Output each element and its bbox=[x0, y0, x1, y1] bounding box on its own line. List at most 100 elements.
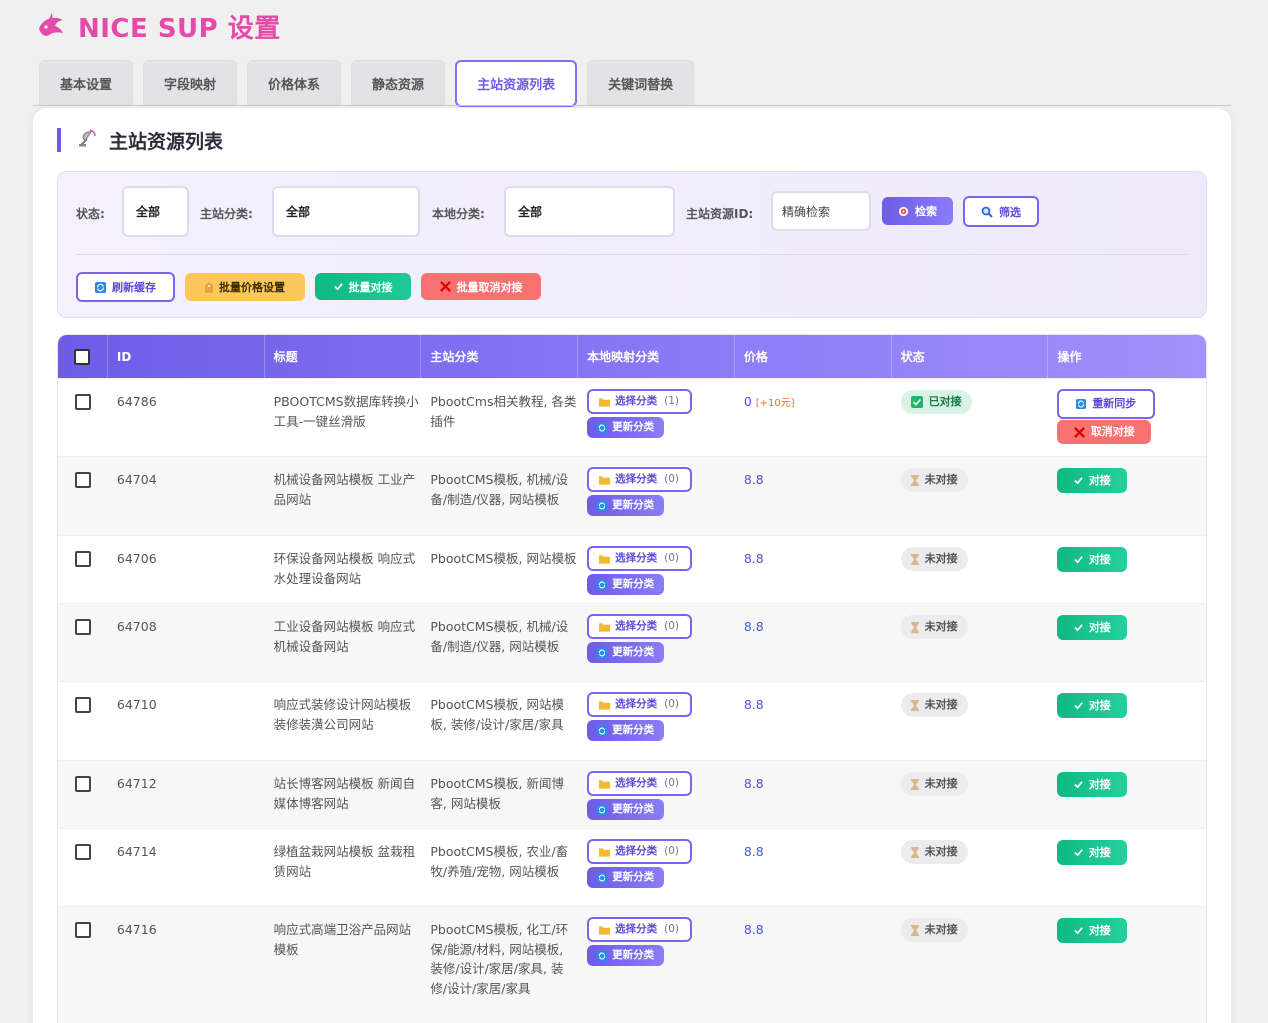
update-category-button[interactable]: 更新分类 bbox=[587, 799, 665, 820]
select-category-button[interactable]: 选择分类 (0) bbox=[587, 467, 693, 492]
folder-icon bbox=[599, 700, 611, 710]
resource-id-label: 主站资源ID: bbox=[686, 207, 754, 221]
select-category-label: 选择分类 bbox=[615, 619, 658, 632]
select-category-button[interactable]: 选择分类 (0) bbox=[587, 917, 693, 942]
price-tag-icon bbox=[205, 281, 213, 293]
cell-title: 响应式高端卫浴产品网站模板 bbox=[273, 922, 412, 957]
cell-price: 8.8 bbox=[735, 761, 892, 828]
table-row: 64708 工业设备网站模板 响应式机械设备网站 PbootCMS模板, 机械/设备… bbox=[58, 603, 1206, 681]
update-category-button[interactable]: 更新分类 bbox=[587, 417, 665, 438]
header-price[interactable]: 价格 bbox=[735, 335, 892, 378]
main-category-label: 主站分类: bbox=[200, 207, 253, 221]
update-category-button[interactable]: 更新分类 bbox=[587, 867, 665, 888]
row-checkbox[interactable] bbox=[74, 776, 91, 792]
filter-button[interactable]: 筛选 bbox=[963, 196, 1039, 227]
connect-button[interactable]: 对接 bbox=[1057, 840, 1128, 865]
sync-icon bbox=[597, 422, 608, 433]
target-icon bbox=[898, 206, 909, 217]
status-text: 未对接 bbox=[924, 777, 958, 791]
update-category-button[interactable]: 更新分类 bbox=[587, 495, 665, 516]
cell-status: 未对接 bbox=[892, 907, 1049, 1023]
cell-price: 8.8 bbox=[735, 907, 892, 1023]
tab-keyword-replace[interactable]: 关键词替换 bbox=[587, 60, 695, 106]
connect-button[interactable]: 对接 bbox=[1057, 468, 1128, 493]
connect-button[interactable]: 对接 bbox=[1057, 547, 1128, 572]
update-category-button[interactable]: 更新分类 bbox=[587, 945, 665, 966]
select-category-button[interactable]: 选择分类 (0) bbox=[587, 771, 693, 796]
row-checkbox[interactable] bbox=[74, 844, 91, 860]
row-checkbox[interactable] bbox=[74, 922, 91, 938]
cell-title: 机械设备网站模板 工业产品网站 bbox=[273, 472, 416, 507]
cancel-connect-button[interactable]: 取消对接 bbox=[1057, 420, 1152, 444]
category-count: (0) bbox=[664, 551, 679, 564]
connect-button[interactable]: 对接 bbox=[1057, 693, 1128, 718]
header-status[interactable]: 状态 bbox=[892, 335, 1049, 378]
table-row: 64710 响应式装修设计网站模板 装修装潢公司网站 PbootCMS模板, 网站模… bbox=[58, 681, 1206, 760]
header-title[interactable]: 标题 bbox=[265, 335, 422, 378]
resource-id-input[interactable]: 精确检索 bbox=[771, 191, 871, 231]
update-category-button[interactable]: 更新分类 bbox=[587, 720, 665, 741]
select-category-label: 选择分类 bbox=[615, 472, 658, 485]
tab-field-mapping[interactable]: 字段映射 bbox=[143, 60, 238, 106]
row-checkbox[interactable] bbox=[74, 697, 91, 713]
row-checkbox[interactable] bbox=[74, 394, 91, 410]
refresh-cache-button[interactable]: 刷新缓存 bbox=[76, 272, 175, 302]
tab-price-system[interactable]: 价格体系 bbox=[247, 60, 342, 106]
search-button[interactable]: 检索 bbox=[882, 197, 953, 225]
filter-divider bbox=[76, 254, 1188, 255]
resync-button[interactable]: 重新同步 bbox=[1057, 389, 1156, 419]
select-category-button[interactable]: 选择分类 (0) bbox=[587, 614, 693, 639]
category-count: (0) bbox=[664, 619, 679, 632]
connect-button[interactable]: 对接 bbox=[1057, 772, 1128, 797]
status-select[interactable]: 全部 bbox=[122, 186, 189, 237]
row-checkbox[interactable] bbox=[74, 619, 91, 635]
tab-static-resources[interactable]: 静态资源 bbox=[351, 60, 446, 106]
price-value: 0 bbox=[743, 394, 752, 409]
header-actions: 操作 bbox=[1057, 350, 1082, 364]
update-category-button[interactable]: 更新分类 bbox=[587, 642, 665, 663]
connect-button[interactable]: 对接 bbox=[1057, 918, 1128, 943]
cell-price: 8.8 bbox=[735, 829, 892, 906]
connect-label: 对接 bbox=[1088, 923, 1111, 937]
app-title: NICE SUP 设置 bbox=[78, 13, 281, 44]
check-icon bbox=[333, 282, 343, 291]
cell-main-category: PbootCMS模板, 网站模板, 装修/设计/家居/家具 bbox=[430, 697, 564, 732]
local-category-select[interactable]: 全部 bbox=[504, 186, 675, 237]
close-icon bbox=[1073, 426, 1085, 438]
select-category-button[interactable]: 选择分类 (0) bbox=[587, 839, 693, 864]
update-category-button[interactable]: 更新分类 bbox=[587, 574, 665, 595]
main-category-select[interactable]: 全部 bbox=[272, 186, 420, 237]
row-checkbox[interactable] bbox=[74, 472, 91, 488]
sync-icon bbox=[597, 872, 608, 883]
cell-actions: 对接 bbox=[1048, 829, 1206, 906]
connect-label: 对接 bbox=[1088, 473, 1111, 487]
row-checkbox[interactable] bbox=[74, 551, 91, 567]
tab-basic-settings[interactable]: 基本设置 bbox=[39, 60, 134, 106]
status-badge: 未对接 bbox=[900, 840, 968, 864]
cell-title: 工业设备网站模板 响应式机械设备网站 bbox=[273, 619, 416, 654]
select-category-button[interactable]: 选择分类 (0) bbox=[587, 546, 693, 571]
cell-price: 8.8 bbox=[735, 536, 892, 603]
cell-actions: 对接 bbox=[1048, 457, 1206, 535]
select-all-checkbox[interactable] bbox=[74, 348, 91, 365]
hourglass-icon bbox=[910, 778, 919, 790]
header-main-category[interactable]: 主站分类 bbox=[421, 335, 579, 378]
batch-cancel-button[interactable]: 批量取消对接 bbox=[421, 273, 541, 300]
cell-status: 未对接 bbox=[892, 761, 1049, 828]
refresh-icon bbox=[95, 281, 106, 293]
header-id[interactable]: ID bbox=[108, 335, 265, 378]
batch-price-button[interactable]: 批量价格设置 bbox=[185, 273, 305, 301]
check-icon bbox=[1074, 926, 1083, 935]
tab-main-site-resources[interactable]: 主站资源列表 bbox=[455, 60, 578, 107]
price-extra: [+10元] bbox=[755, 398, 795, 409]
magnifier-icon bbox=[981, 206, 993, 218]
table-row: 64714 绿植盆栽网站模板 盆栽租赁网站 PbootCMS模板, 农业/畜牧/养殖… bbox=[58, 828, 1206, 906]
row-select-cell bbox=[58, 907, 108, 1023]
batch-connect-button[interactable]: 批量对接 bbox=[315, 273, 411, 300]
category-count: (0) bbox=[664, 472, 679, 485]
connect-button[interactable]: 对接 bbox=[1057, 615, 1128, 640]
select-category-button[interactable]: 选择分类 (1) bbox=[587, 389, 693, 414]
select-category-button[interactable]: 选择分类 (0) bbox=[587, 692, 693, 717]
header-local-category[interactable]: 本地映射分类 bbox=[578, 335, 735, 378]
price-value: 8.8 bbox=[743, 551, 764, 566]
